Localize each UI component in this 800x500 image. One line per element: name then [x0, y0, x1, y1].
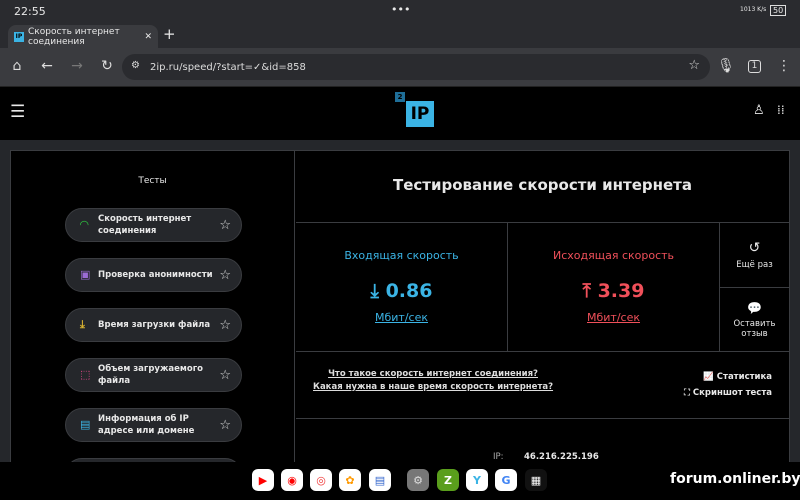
- clock: 22:55: [14, 5, 46, 18]
- speed-test-main: Тестирование скорости интернета Входящая…: [296, 151, 789, 469]
- sidebar-item-speed[interactable]: ◠ Скорость интернет соединения ☆: [65, 208, 242, 242]
- youtube-icon[interactable]: ▶: [252, 469, 274, 491]
- sidebar-item-file-size[interactable]: ⬚ Объем загружаемого файла ☆: [65, 358, 242, 392]
- site-header: ☰ 2 IP ♙ ⁞⁞: [0, 87, 800, 140]
- logo-badge: 2: [395, 92, 405, 102]
- user-icon[interactable]: ♙: [753, 103, 765, 118]
- mic-icon[interactable]: 🎙: [717, 58, 735, 74]
- screenshot-icon: ⛶: [684, 388, 690, 398]
- upload-result: Исходящая скорость ⤒ 3.39 Мбит/сек: [508, 222, 720, 351]
- watermark: forum.onliner.by: [670, 471, 800, 487]
- ip-value: 46.216.225.196: [524, 452, 599, 462]
- ip-label: IP:: [493, 452, 504, 462]
- comment-icon: 💬: [747, 300, 762, 315]
- apps-grid-icon[interactable]: ⁞⁞: [777, 103, 785, 117]
- sidebar-title: Тесты: [138, 176, 167, 186]
- chrome-icon[interactable]: ◎: [310, 469, 332, 491]
- download-unit-link[interactable]: Мбит/сек: [296, 311, 507, 324]
- sidebar-item-ip-info[interactable]: ▤ Информация об IP адресе или домене ☆: [65, 408, 242, 442]
- lock-window-icon: ▣: [80, 268, 91, 281]
- zarchiver-icon[interactable]: Z: [437, 469, 459, 491]
- retest-button[interactable]: ↺ Ещё раз: [720, 222, 789, 287]
- page-title: Тестирование скорости интернета: [393, 176, 692, 194]
- sidebar-item-anonymity[interactable]: ▣ Проверка анонимности ☆: [65, 258, 242, 292]
- url-text[interactable]: 2ip.ru/speed/?start=✓&id=858: [150, 62, 306, 73]
- chart-icon: 📈: [703, 372, 714, 382]
- link-needed-speed[interactable]: Какая нужна в наше время скорость интерн…: [313, 382, 553, 392]
- screenshot-button[interactable]: ⛶ Скриншот теста: [684, 385, 772, 401]
- downloader-icon[interactable]: Y: [466, 469, 488, 491]
- star-icon[interactable]: ☆: [219, 318, 231, 333]
- sidebar-item-download-time[interactable]: ⤓ Время загрузки файла ☆: [65, 308, 242, 342]
- net-speed: 1013 K/s: [740, 6, 767, 13]
- close-icon[interactable]: ✕: [144, 32, 158, 42]
- back-icon[interactable]: ←: [38, 58, 56, 74]
- star-icon[interactable]: ☆: [219, 218, 231, 233]
- star-icon[interactable]: ☆: [219, 268, 231, 283]
- youtube-music-icon[interactable]: ◉: [281, 469, 303, 491]
- settings-icon[interactable]: ⚙: [407, 469, 429, 491]
- statistics-button[interactable]: 📈 Статистика: [684, 369, 772, 385]
- tab-title: Скорость интернет соединения: [28, 26, 120, 47]
- link-what-is-speed[interactable]: Что такое скорость интернет соединения?: [313, 369, 553, 379]
- upload-unit-link[interactable]: Мбит/сек: [508, 311, 719, 324]
- speedometer-icon: ◠: [80, 218, 89, 231]
- info-links-row: Что такое скорость интернет соединения? …: [296, 351, 789, 418]
- photos-icon[interactable]: ✿: [339, 469, 361, 491]
- status-bar: 22:55 ••• 1013 K/s 50: [0, 0, 800, 24]
- qr-scanner-icon[interactable]: ▦: [525, 469, 547, 491]
- taskbar: ▶ ◉ ◎ ✿ ▤ ⚙ Z Y G ▦ forum.onliner.by: [0, 462, 800, 500]
- more-dots: •••: [391, 3, 411, 16]
- google-icon[interactable]: G: [495, 469, 517, 491]
- content-panel: Тесты ◠ Скорость интернет соединения ☆ ▣ Пр…: [10, 150, 790, 492]
- tests-sidebar: Тесты ◠ Скорость интернет соединения ☆ ▣ Пр…: [11, 151, 295, 492]
- star-icon[interactable]: ☆: [219, 418, 231, 433]
- download-label: Входящая скорость: [344, 249, 459, 262]
- upload-arrow-icon: ⤒: [582, 280, 598, 302]
- refresh-icon: ↺: [748, 240, 761, 256]
- address-bar[interactable]: ⚙ 2ip.ru/speed/?start=✓&id=858 ☆: [122, 54, 710, 80]
- bookmark-star-icon[interactable]: ☆: [688, 58, 700, 73]
- retest-label: Ещё раз: [736, 260, 773, 270]
- favicon: IP: [14, 31, 24, 42]
- feedback-label: Оставить отзыв: [733, 318, 776, 339]
- battery-icon: 50: [770, 5, 787, 16]
- download-arrow-icon: ⤓: [370, 280, 386, 302]
- home-icon[interactable]: ⌂: [8, 58, 26, 74]
- menu-icon[interactable]: ⋮: [775, 58, 793, 74]
- browser-toolbar: ⌂ ← → ↻ ⚙ 2ip.ru/speed/?start=✓&id=858 ☆…: [0, 48, 800, 87]
- resize-icon: ⬚: [80, 368, 91, 381]
- upload-value: 3.39: [597, 280, 645, 302]
- reload-icon[interactable]: ↻: [98, 58, 116, 74]
- upload-label: Исходящая скорость: [552, 249, 675, 262]
- tab-count[interactable]: 1: [748, 60, 761, 73]
- forward-icon[interactable]: →: [68, 58, 86, 74]
- feedback-button[interactable]: 💬 Оставить отзыв: [720, 287, 789, 351]
- download-result: Входящая скорость ⤓ 0.86 Мбит/сек: [296, 222, 508, 351]
- download-tray-icon: ⤓: [80, 318, 85, 331]
- star-icon[interactable]: ☆: [219, 368, 231, 383]
- site-logo[interactable]: IP: [406, 101, 434, 127]
- document-icon: ▤: [80, 418, 91, 431]
- new-tab-button[interactable]: +: [163, 25, 176, 43]
- site-settings-icon[interactable]: ⚙: [131, 60, 140, 71]
- tab-strip: IP Скорость интернет соединения ✕ +: [0, 22, 800, 48]
- tab-active[interactable]: IP Скорость интернет соединения ✕: [8, 25, 158, 48]
- hamburger-icon[interactable]: ☰: [10, 102, 25, 122]
- save-app-icon[interactable]: ▤: [369, 469, 391, 491]
- download-value: 0.86: [385, 280, 433, 302]
